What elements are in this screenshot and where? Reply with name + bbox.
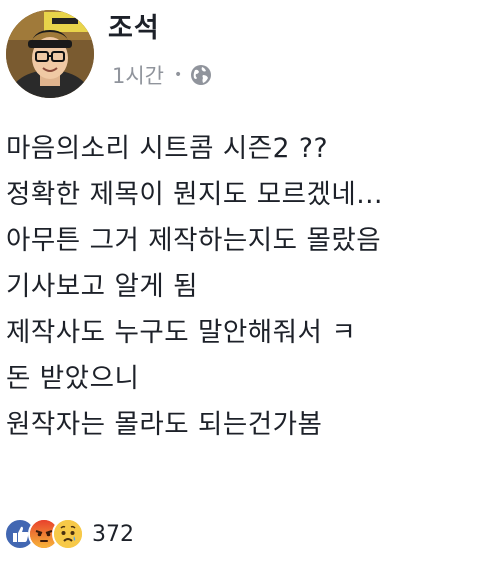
sad-icon[interactable]: [52, 518, 84, 550]
avatar[interactable]: [6, 10, 94, 98]
avatar-photo: [6, 10, 94, 98]
post-body: 마음의소리 시트콤 시즌2 ?? 정확한 제목이 뭔지도 모르겠네... 아무튼…: [6, 126, 494, 448]
post-text-line: 원작자는 몰라도 되는건가봄: [6, 409, 323, 440]
facebook-post: 조석 1시간 • 마음의소리 시트콤 시즌2 ?? 정확한 제목이 뭔지도 모르…: [0, 0, 500, 561]
timestamp[interactable]: 1시간: [112, 60, 164, 90]
post-text-line: 아무튼 그거 제작하는지도 몰랐음: [6, 225, 382, 256]
post-text-line: 마음의소리 시트콤 시즌2 ??: [6, 133, 329, 164]
post-text-line: 돈 받았으니: [6, 363, 140, 394]
post-text-line: 제작사도 누구도 말안해줘서 ㅋ: [6, 317, 357, 348]
post-text-line: 기사보고 알게 됨: [6, 271, 199, 302]
post-text-line: 정확한 제목이 뭔지도 모르겠네...: [6, 179, 383, 210]
post-meta: 1시간 •: [112, 60, 212, 90]
reaction-count[interactable]: 372: [92, 522, 134, 547]
meta-separator: •: [174, 67, 183, 83]
globe-icon[interactable]: [190, 64, 212, 86]
reactions-bar[interactable]: 372: [4, 516, 134, 552]
author-name[interactable]: 조석: [108, 6, 160, 45]
